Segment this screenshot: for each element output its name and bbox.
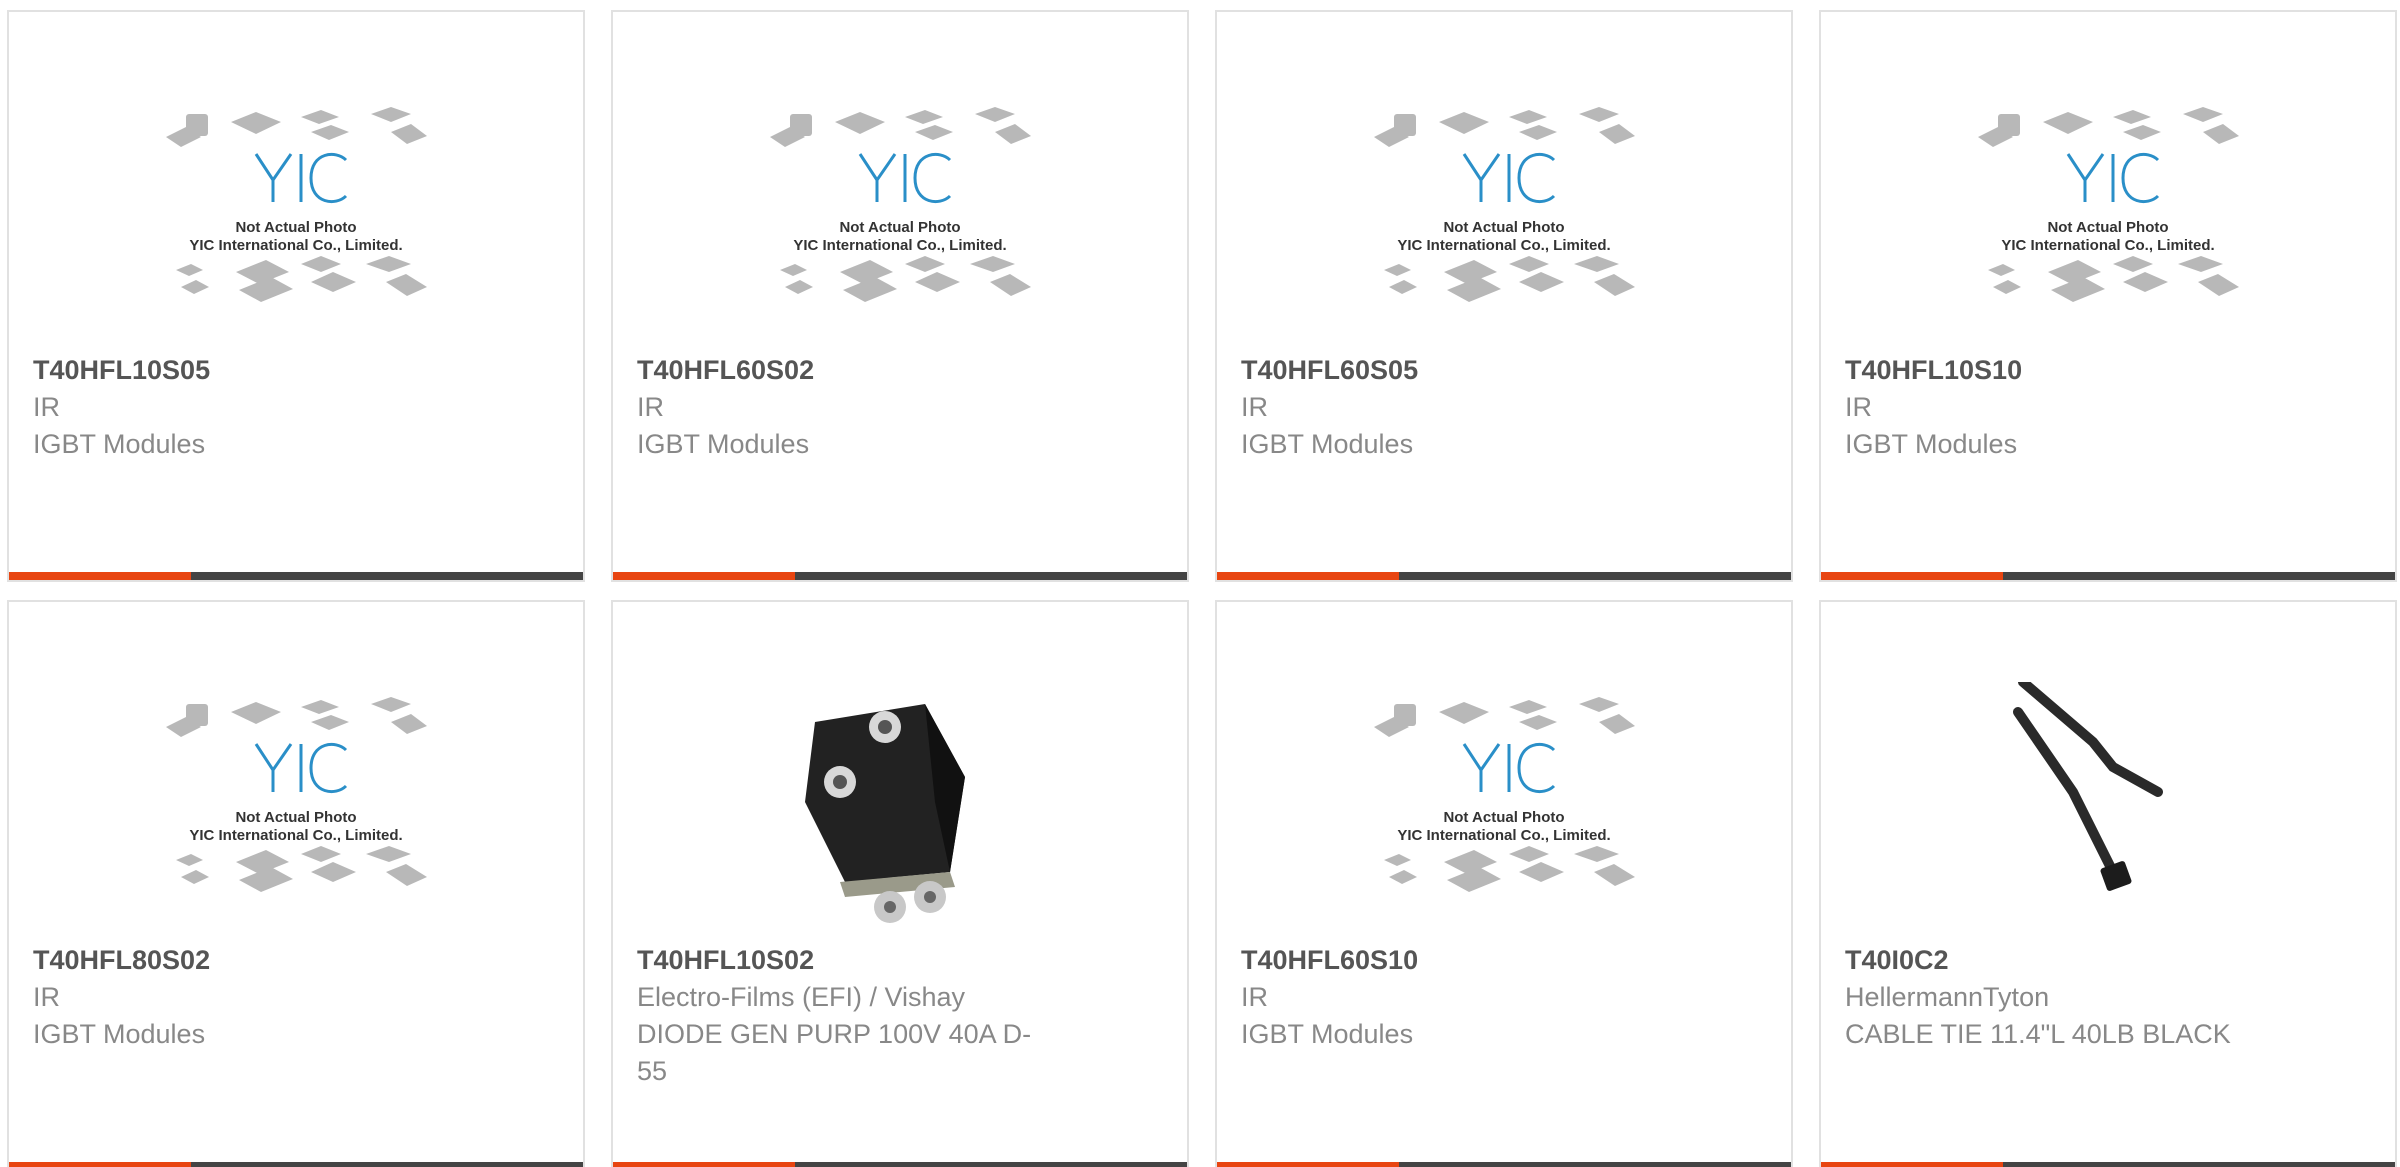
product-grid: Not Actual Photo YIC International Co., … bbox=[0, 0, 2400, 1167]
placeholder-photo: Not Actual Photo YIC International Co., … bbox=[161, 92, 431, 342]
diode-module-icon bbox=[805, 704, 965, 923]
chip-placeholder-icon: Not Actual Photo YIC International Co., … bbox=[1374, 697, 1635, 892]
description: IGBT Modules bbox=[33, 1019, 206, 1049]
product-card[interactable]: T40HFL10S02 Electro-Films (EFI) / Vishay… bbox=[611, 600, 1189, 1167]
description: IGBT Modules bbox=[1241, 1019, 1414, 1049]
svg-text:Not Actual Photo: Not Actual Photo bbox=[1443, 219, 1564, 236]
product-card[interactable]: Not Actual Photo YIC International Co., … bbox=[1215, 10, 1793, 582]
chip-placeholder-icon: Not Actual Photo YIC International Co., … bbox=[770, 107, 1031, 302]
description: DIODE GEN PURP 100V 40A D-55 bbox=[637, 1019, 1032, 1086]
description: IGBT Modules bbox=[1241, 429, 1414, 459]
description: CABLE TIE 11.4"L 40LB BLACK bbox=[1845, 1019, 2231, 1049]
card-accent-bar bbox=[1821, 1162, 2395, 1167]
chip-placeholder-icon: Not Actual Photo YIC International Co., … bbox=[1374, 107, 1635, 302]
manufacturer: IR bbox=[1845, 392, 1872, 422]
part-number[interactable]: T40HFL80S02 bbox=[33, 942, 453, 979]
card-accent-bar bbox=[1821, 572, 2395, 580]
placeholder-photo: Not Actual Photo YIC International Co., … bbox=[1369, 92, 1639, 342]
product-card[interactable]: T40I0C2 HellermannTyton CABLE TIE 11.4"L… bbox=[1819, 600, 2397, 1167]
description: IGBT Modules bbox=[637, 429, 810, 459]
manufacturer: IR bbox=[1241, 392, 1268, 422]
part-number[interactable]: T40HFL10S10 bbox=[1845, 352, 2265, 389]
svg-text:Not Actual Photo: Not Actual Photo bbox=[2047, 219, 2168, 236]
svg-text:YIC International Co., Limited: YIC International Co., Limited. bbox=[189, 237, 402, 254]
manufacturer: HellermannTyton bbox=[1845, 982, 2050, 1012]
part-number[interactable]: T40HFL60S05 bbox=[1241, 352, 1661, 389]
manufacturer: Electro-Films (EFI) / Vishay bbox=[637, 982, 966, 1012]
svg-text:Not Actual Photo: Not Actual Photo bbox=[235, 219, 356, 236]
manufacturer: IR bbox=[33, 392, 60, 422]
manufacturer: IR bbox=[33, 982, 60, 1012]
card-accent-bar bbox=[1217, 572, 1791, 580]
card-accent-bar bbox=[613, 572, 1187, 580]
svg-text:Not Actual Photo: Not Actual Photo bbox=[1443, 809, 1564, 826]
svg-text:YIC International Co., Limited: YIC International Co., Limited. bbox=[189, 827, 402, 844]
product-card[interactable]: Not Actual Photo YIC International Co., … bbox=[1819, 10, 2397, 582]
manufacturer: IR bbox=[1241, 982, 1268, 1012]
part-number[interactable]: T40HFL60S02 bbox=[637, 352, 1057, 389]
product-photo bbox=[765, 682, 1035, 932]
card-accent-bar bbox=[9, 572, 583, 580]
svg-text:YIC International Co., Limited: YIC International Co., Limited. bbox=[1397, 827, 1610, 844]
svg-text:YIC International Co., Limited: YIC International Co., Limited. bbox=[793, 237, 1006, 254]
card-accent-bar bbox=[613, 1162, 1187, 1167]
card-accent-bar bbox=[1217, 1162, 1791, 1167]
placeholder-photo: Not Actual Photo YIC International Co., … bbox=[161, 682, 431, 932]
svg-text:Not Actual Photo: Not Actual Photo bbox=[839, 219, 960, 236]
description: IGBT Modules bbox=[1845, 429, 2018, 459]
svg-text:Not Actual Photo: Not Actual Photo bbox=[235, 809, 356, 826]
part-number[interactable]: T40HFL60S10 bbox=[1241, 942, 1661, 979]
placeholder-photo: Not Actual Photo YIC International Co., … bbox=[765, 92, 1035, 342]
product-photo bbox=[1973, 682, 2243, 932]
placeholder-photo: Not Actual Photo YIC International Co., … bbox=[1369, 682, 1639, 932]
svg-text:YIC International Co., Limited: YIC International Co., Limited. bbox=[1397, 237, 1610, 254]
product-card[interactable]: Not Actual Photo YIC International Co., … bbox=[611, 10, 1189, 582]
chip-placeholder-icon: Not Actual Photo YIC International Co., … bbox=[166, 107, 427, 302]
chip-placeholder-icon: Not Actual Photo YIC International Co., … bbox=[1978, 107, 2239, 302]
description: IGBT Modules bbox=[33, 429, 206, 459]
product-card[interactable]: Not Actual Photo YIC International Co., … bbox=[1215, 600, 1793, 1167]
product-card[interactable]: Not Actual Photo YIC International Co., … bbox=[7, 600, 585, 1167]
cable-tie-icon bbox=[2013, 682, 2163, 891]
part-number[interactable]: T40HFL10S05 bbox=[33, 352, 453, 389]
card-accent-bar bbox=[9, 1162, 583, 1167]
chip-placeholder-icon: Not Actual Photo YIC International Co., … bbox=[166, 697, 427, 892]
placeholder-photo: Not Actual Photo YIC International Co., … bbox=[1973, 92, 2243, 342]
part-number[interactable]: T40HFL10S02 bbox=[637, 942, 1057, 979]
product-card[interactable]: Not Actual Photo YIC International Co., … bbox=[7, 10, 585, 582]
svg-text:YIC International Co., Limited: YIC International Co., Limited. bbox=[2001, 237, 2214, 254]
part-number[interactable]: T40I0C2 bbox=[1845, 942, 2265, 979]
manufacturer: IR bbox=[637, 392, 664, 422]
